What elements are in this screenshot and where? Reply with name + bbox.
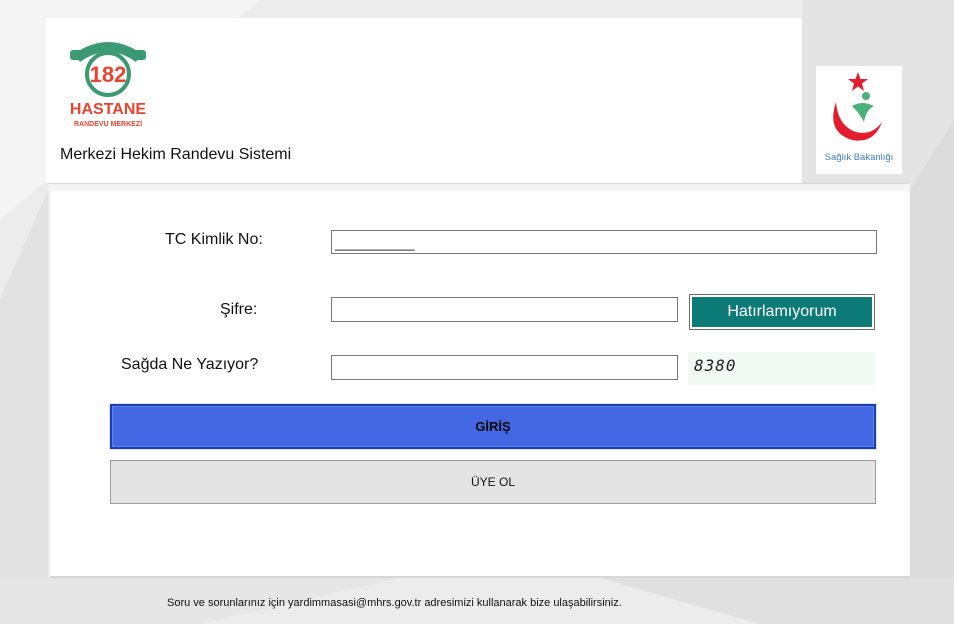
password-label: Şifre: [220,301,258,318]
hastane-logo: 182 HASTANE RANDEVU MERKEZİ [60,32,156,138]
forgot-password-label: Hatırlamıyorum [692,297,872,327]
svg-text:182: 182 [90,62,127,87]
system-title: Merkezi Hekim Randevu Sistemi [60,146,292,163]
password-input[interactable] [331,297,678,322]
svg-text:RANDEVU MERKEZİ: RANDEVU MERKEZİ [74,120,142,128]
footer-help-text: Soru ve sorunlarınız için yardimmasasi@m… [167,597,622,609]
panel-bottom-divider [50,576,910,578]
crescent-star-icon: Sağlık Bakanlığı [825,72,894,163]
tc-label: TC Kimlik No: [165,231,263,248]
forgot-password-button[interactable]: Hatırlamıyorum [689,294,875,330]
saglik-bakanligi-logo: Sağlık Bakanlığı [816,66,902,174]
svg-text:Sağlık Bakanlığı: Sağlık Bakanlığı [825,152,894,163]
register-button[interactable]: ÜYE OL [110,460,876,504]
captcha-image: 8380 [688,352,876,385]
panel-top-divider [48,183,910,191]
phone-logo-icon: 182 HASTANE RANDEVU MERKEZİ [70,42,146,128]
login-button[interactable]: GİRİŞ [109,403,877,450]
captcha-label: Sağda Ne Yazıyor? [121,356,259,373]
svg-text:HASTANE: HASTANE [70,101,146,118]
captcha-input[interactable] [331,355,678,380]
tc-input-mask: ___________ [335,236,415,251]
